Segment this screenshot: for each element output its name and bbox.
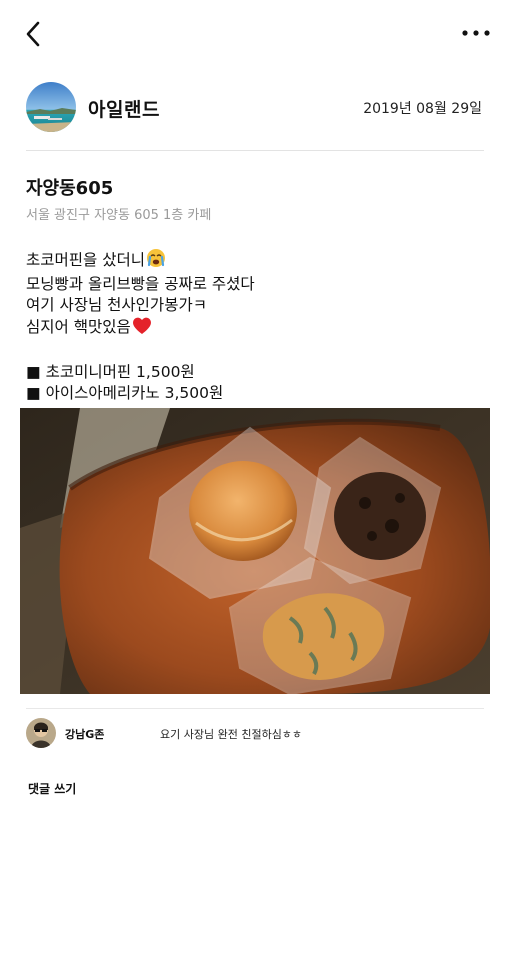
chevron-left-icon xyxy=(26,21,40,47)
body-line: 심지어 핵맛있음 xyxy=(26,316,486,341)
more-options-button[interactable] xyxy=(458,20,494,46)
author-avatar[interactable] xyxy=(26,82,76,132)
body-spacer xyxy=(26,341,486,362)
crying-face-emoji xyxy=(146,248,166,274)
red-heart-emoji xyxy=(132,316,152,341)
more-horizontal-icon xyxy=(462,30,490,36)
body-line: 여기 사장님 천사인가봉가ㅋ xyxy=(26,296,207,314)
top-bar xyxy=(0,0,510,66)
price-line: ■ 초코미니머핀 1,500원 xyxy=(26,363,195,381)
post-photo[interactable] xyxy=(20,408,490,694)
post-body: 초코머핀을 샀더니 모닝빵과 올리브빵을 공짜로 주셨다 여기 사장님 천사인가… xyxy=(26,248,486,404)
comment-item: 강남G존 요기 사장님 완전 친절하심ㅎㅎ xyxy=(26,718,484,750)
divider xyxy=(26,150,484,151)
comment-text: 요기 사장님 완전 친절하심ㅎㅎ xyxy=(160,728,303,741)
post-author-row: 아일랜드 2019년 08월 29일 xyxy=(26,82,484,134)
price-line: ■ 아이스아메리카노 3,500원 xyxy=(26,384,224,402)
post-date: 2019년 08월 29일 xyxy=(363,101,482,117)
write-comment-button[interactable]: 댓글 쓰기 xyxy=(28,780,76,797)
author-name[interactable]: 아일랜드 xyxy=(88,95,160,122)
body-line: 초코머핀을 샀더니 xyxy=(26,248,486,274)
body-line: 모닝빵과 올리브빵을 공짜로 주셨다 xyxy=(26,275,255,293)
place-address: 서울 광진구 자양동 605 1층 카페 xyxy=(26,208,212,223)
comment-username[interactable]: 강남G존 xyxy=(65,726,104,742)
back-button[interactable] xyxy=(18,18,50,50)
place-name[interactable]: 자양동605 xyxy=(26,174,113,200)
commenter-avatar[interactable] xyxy=(26,718,56,748)
divider xyxy=(26,708,484,709)
